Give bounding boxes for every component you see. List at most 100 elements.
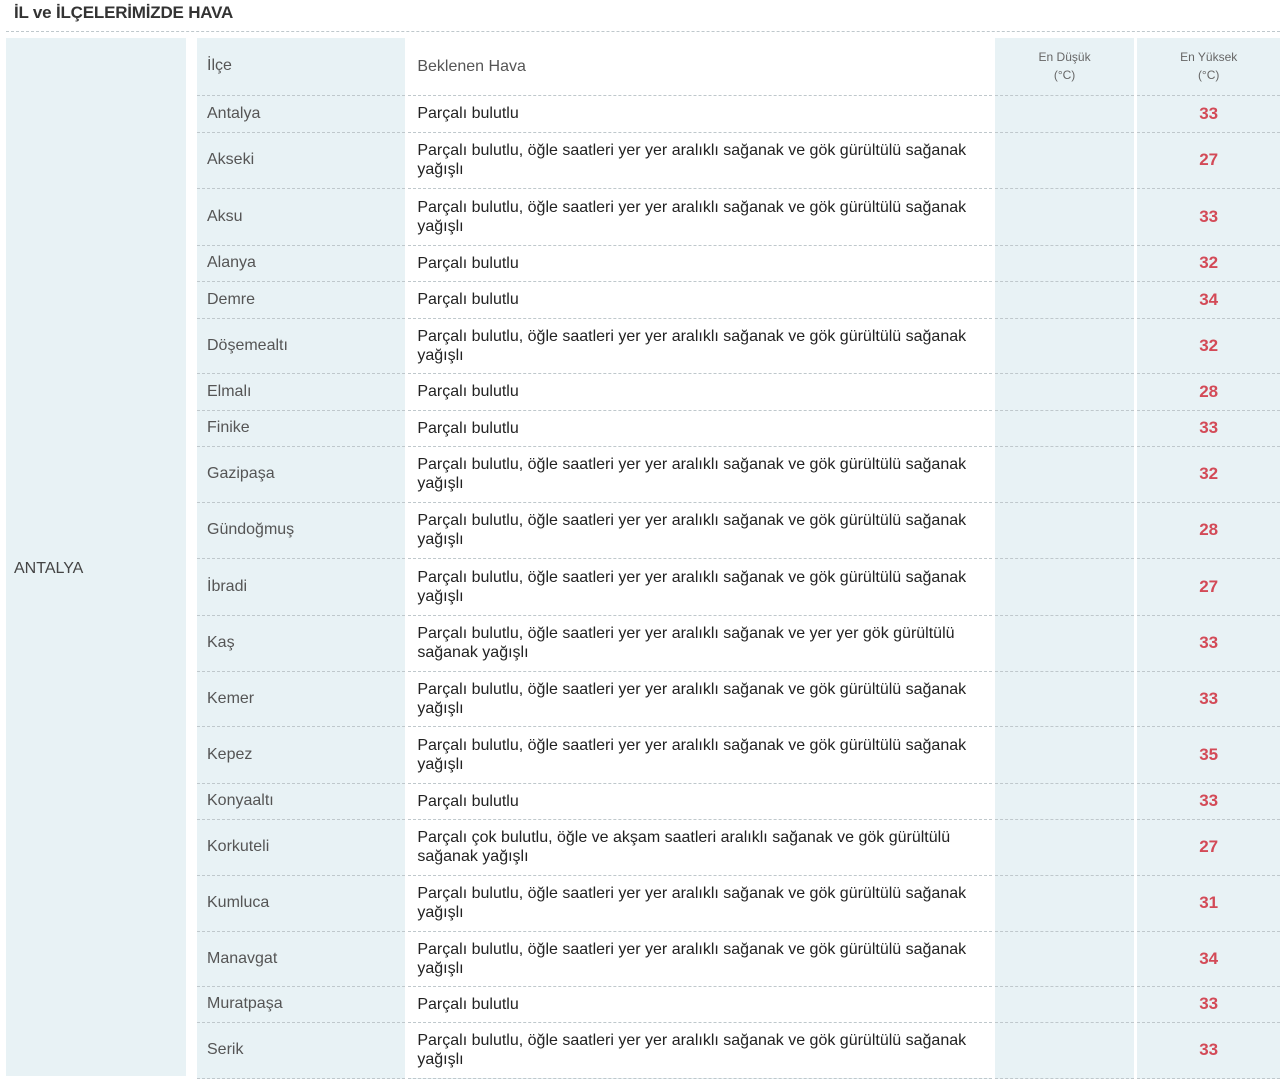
district-cell: Kaş	[197, 615, 407, 672]
forecast-cell: Parçalı bulutlu, öğle saatleri yer yer a…	[405, 931, 994, 987]
max-temp-cell: 28	[1134, 502, 1280, 559]
forecast-cell: Parçalı bulutlu, öğle saatleri yer yer a…	[405, 558, 994, 616]
forecast-cell: Parçalı bulutlu	[405, 95, 994, 133]
table-row: Kaş Parçalı bulutlu, öğle saatleri yer ye…	[197, 615, 1280, 672]
forecast-cell: Parçalı bulutlu, öğle saatleri yer yer a…	[405, 446, 994, 503]
forecast-cell: Parçalı bulutlu, öğle saatleri yer yer a…	[405, 1022, 994, 1079]
forecast-cell: Parçalı bulutlu	[405, 245, 994, 282]
table-row: Akseki Parçalı bulutlu, öğle saatleri yer…	[197, 132, 1280, 189]
min-temp-cell	[991, 875, 1136, 932]
forecast-cell: Parçalı bulutlu, öğle saatleri yer yer a…	[405, 318, 994, 374]
table-header-row: İlçe Beklenen Hava En Düşük (°C) En Yüks…	[197, 38, 1280, 96]
forecast-cell: Parçalı bulutlu, öğle saatleri yer yer a…	[405, 726, 994, 784]
district-cell: Döşemealtı	[197, 318, 407, 374]
min-temp-cell	[991, 318, 1136, 374]
table-row: Alanya Parçalı bulutlu 32	[197, 245, 1280, 282]
max-temp-cell: 33	[1134, 986, 1280, 1023]
header-max-unit: (°C)	[1197, 68, 1220, 83]
district-cell: Aksu	[197, 188, 407, 246]
header-district: İlçe	[197, 38, 407, 96]
table-row: Kepez Parçalı bulutlu, öğle saatleri yer …	[197, 726, 1280, 784]
min-temp-cell	[991, 245, 1136, 282]
district-cell: Kemer	[197, 671, 407, 727]
district-cell: Kumluca	[197, 875, 407, 932]
forecast-cell: Parçalı bulutlu	[405, 281, 994, 319]
district-cell: Antalya	[197, 95, 407, 133]
district-cell: Gündoğmuş	[197, 502, 407, 559]
district-cell: İbradi	[197, 558, 407, 616]
min-temp-cell	[991, 281, 1136, 319]
district-cell: Serik	[197, 1022, 407, 1079]
min-temp-cell	[991, 819, 1136, 876]
table-row: Serik Parçalı bulutlu, öğle saatleri yer …	[197, 1022, 1280, 1079]
weather-table: İlçe Beklenen Hava En Düşük (°C) En Yüks…	[197, 38, 1280, 1079]
forecast-cell: Parçalı bulutlu, öğle saatleri yer yer a…	[405, 188, 994, 246]
header-min-unit: (°C)	[1053, 68, 1076, 83]
min-temp-cell	[991, 558, 1136, 616]
table-row: Gündoğmuş Parçalı bulutlu, öğle saatleri …	[197, 502, 1280, 559]
table-row: Kumluca Parçalı bulutlu, öğle saatleri ye…	[197, 875, 1280, 932]
table-row: Aksu Parçalı bulutlu, öğle saatleri yer y…	[197, 188, 1280, 246]
province-label: ANTALYA	[14, 560, 84, 577]
min-temp-cell	[991, 502, 1136, 559]
table-row: Antalya Parçalı bulutlu 33	[197, 95, 1280, 133]
max-temp-cell: 27	[1134, 819, 1280, 876]
header-max-temp: En Yüksek (°C)	[1134, 38, 1280, 96]
table-row: Döşemealtı Parçalı bulutlu, öğle saatleri…	[197, 318, 1280, 374]
district-cell: Akseki	[197, 132, 407, 189]
table-row: Finike Parçalı bulutlu 33	[197, 410, 1280, 447]
max-temp-cell: 33	[1134, 783, 1280, 820]
max-temp-cell: 33	[1134, 95, 1280, 133]
table-row: Elmalı Parçalı bulutlu 28	[197, 373, 1280, 411]
min-temp-cell	[991, 1022, 1136, 1079]
district-cell: Korkuteli	[197, 819, 407, 876]
min-temp-cell	[991, 931, 1136, 987]
forecast-cell: Parçalı bulutlu	[405, 410, 994, 447]
forecast-cell: Parçalı bulutlu, öğle saatleri yer yer a…	[405, 132, 994, 189]
max-temp-cell: 33	[1134, 1022, 1280, 1079]
max-temp-cell: 33	[1134, 188, 1280, 246]
min-temp-cell	[991, 95, 1136, 133]
forecast-cell: Parçalı bulutlu	[405, 986, 994, 1023]
min-temp-cell	[991, 188, 1136, 246]
max-temp-cell: 31	[1134, 875, 1280, 932]
max-temp-cell: 34	[1134, 281, 1280, 319]
min-temp-cell	[991, 671, 1136, 727]
district-cell: Finike	[197, 410, 407, 447]
header-min-label: En Düşük	[1038, 50, 1091, 65]
table-row: Konyaaltı Parçalı bulutlu 33	[197, 783, 1280, 820]
table-row: Gazipaşa Parçalı bulutlu, öğle saatleri y…	[197, 446, 1280, 503]
district-cell: Alanya	[197, 245, 407, 282]
header-max-label: En Yüksek	[1180, 50, 1238, 65]
min-temp-cell	[991, 783, 1136, 820]
max-temp-cell: 27	[1134, 558, 1280, 616]
table-row: Kemer Parçalı bulutlu, öğle saatleri yer …	[197, 671, 1280, 727]
district-cell: Demre	[197, 281, 407, 319]
max-temp-cell: 28	[1134, 373, 1280, 411]
district-cell: Konyaaltı	[197, 783, 407, 820]
max-temp-cell: 34	[1134, 931, 1280, 987]
min-temp-cell	[991, 132, 1136, 189]
max-temp-cell: 33	[1134, 410, 1280, 447]
max-temp-cell: 32	[1134, 245, 1280, 282]
table-row: Manavgat Parçalı bulutlu, öğle saatleri y…	[197, 931, 1280, 987]
forecast-cell: Parçalı bulutlu	[405, 783, 994, 820]
district-cell: Gazipaşa	[197, 446, 407, 503]
min-temp-cell	[991, 726, 1136, 784]
forecast-cell: Parçalı bulutlu, öğle saatleri yer yer a…	[405, 671, 994, 727]
max-temp-cell: 33	[1134, 671, 1280, 727]
district-cell: Muratpaşa	[197, 986, 407, 1023]
forecast-cell: Parçalı bulutlu, öğle saatleri yer yer a…	[405, 875, 994, 932]
table-row: İbradi Parçalı bulutlu, öğle saatleri yer…	[197, 558, 1280, 616]
table-row: Demre Parçalı bulutlu 34	[197, 281, 1280, 319]
forecast-cell: Parçalı bulutlu, öğle saatleri yer yer a…	[405, 502, 994, 559]
district-cell: Kepez	[197, 726, 407, 784]
max-temp-cell: 27	[1134, 132, 1280, 189]
province-cell	[6, 38, 186, 1076]
min-temp-cell	[991, 373, 1136, 411]
header-min-temp: En Düşük (°C)	[991, 38, 1136, 96]
max-temp-cell: 35	[1134, 726, 1280, 784]
min-temp-cell	[991, 446, 1136, 503]
min-temp-cell	[991, 615, 1136, 672]
title-divider	[6, 31, 1280, 32]
